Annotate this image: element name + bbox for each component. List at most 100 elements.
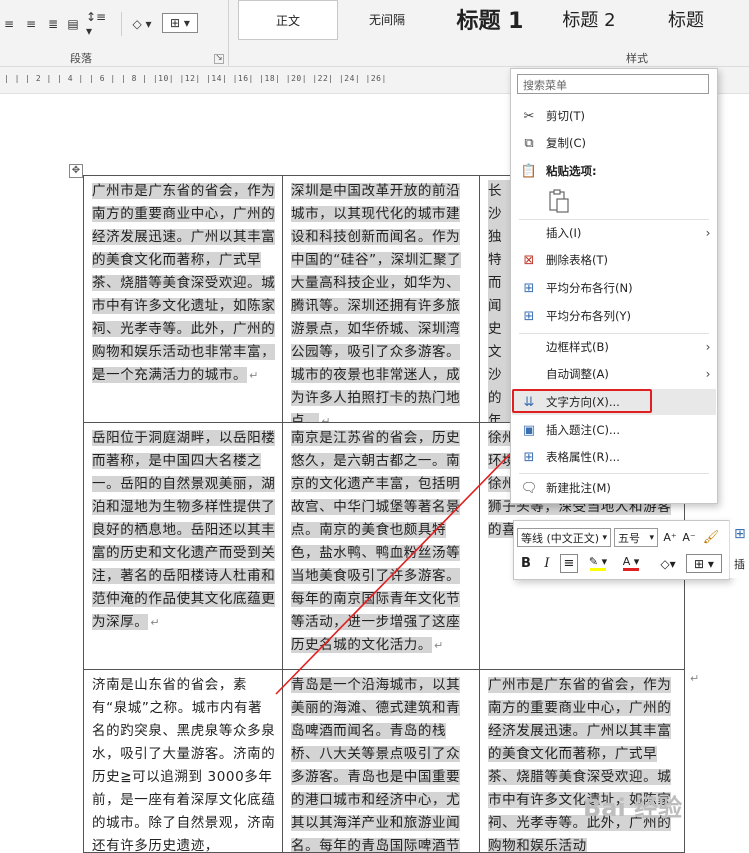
insert-label: 插	[734, 558, 745, 571]
style-no-spacing[interactable]: 无间隔	[341, 0, 433, 38]
table-cell[interactable]: 深圳是中国改革开放的前沿城市，以其现代化的城市建设和科技创新而闻名。作为中国的“…	[282, 175, 480, 423]
delete-table-icon: ⊠	[523, 252, 535, 268]
align-right-button[interactable]: ≡	[22, 14, 40, 34]
distribute-columns-icon: ⊞	[523, 308, 535, 324]
copy-icon: ⧉	[524, 135, 534, 151]
table-cell[interactable]: 广州市是广东省的省会，作为南方的重要商业中心，广州的经济发展迅速。广州以其丰富的…	[83, 175, 283, 423]
styles-group-label: 样式	[626, 52, 648, 65]
shrink-font-label: A⁻	[682, 531, 696, 544]
menu-item-autofit-label: 自动调整(A)	[546, 367, 609, 381]
table-cell[interactable]: 济南是山东省的省会，素有“泉城”之称。城市内有著名的趵突泉、黑虎泉等众多泉水，吸…	[83, 669, 283, 853]
clipboard-icon: 📋	[520, 163, 538, 179]
italic-button[interactable]: I	[538, 554, 556, 573]
caption-icon: ▣	[522, 422, 536, 438]
center-align-button[interactable]: ≡	[560, 554, 578, 573]
bold-label: B	[521, 556, 531, 571]
borders-dropdown-icon[interactable]: ⊞ ▾	[686, 554, 722, 573]
menu-item-delete-table[interactable]: ⊠ 删除表格(T)	[512, 247, 716, 273]
menu-item-table-properties-label: 表格属性(R)...	[546, 450, 620, 464]
style-title[interactable]: 标题	[641, 0, 731, 38]
menu-item-copy[interactable]: ⧉ 复制(C)	[512, 130, 716, 156]
menu-item-border-styles-label: 边框样式(B)	[546, 340, 609, 354]
font-color-bar	[623, 568, 639, 571]
table-cell[interactable]: 广州市是广东省的省会，作为南方的重要商业中心，广州的经济发展迅速。广州以其丰富的…	[479, 669, 685, 853]
font-size-value: 五号	[618, 531, 640, 545]
menu-item-insert[interactable]: 插入(I) ›	[512, 220, 716, 246]
menu-item-distribute-cols[interactable]: ⊞ 平均分布各列(Y)	[512, 303, 716, 329]
menu-item-border-styles[interactable]: 边框样式(B) ›	[512, 334, 716, 360]
context-menu: 搜索菜单 ✂ 剪切(T) ⧉ 复制(C) 📋 粘贴选项: 插入(I) › ⊠ 删…	[510, 68, 718, 504]
cell-text: 济南是山东省的省会，素有“泉城”之称。城市内有著名的趵突泉、黑虎泉等众多泉水，吸…	[92, 677, 276, 853]
shading-icon[interactable]: ◇▾	[655, 554, 681, 573]
cell-text: 长沙独特而闻史文沙的年轻的美吃，深受	[488, 180, 512, 422]
menu-item-delete-table-label: 删除表格(T)	[546, 253, 608, 267]
grow-font-button[interactable]: A⁺	[661, 528, 679, 547]
distributed-button[interactable]: ▤	[64, 14, 82, 34]
style-normal[interactable]: 正文	[238, 0, 338, 40]
cell-text: 广州市是广东省的省会，作为南方的重要商业中心，广州的经济发展迅速。广州以其丰富的…	[488, 677, 672, 853]
style-no-spacing-label: 无间隔	[368, 12, 405, 27]
paragraph-group: ≡ ≡ ≣ ▤ ↕≡ ▾ ◇ ▾ ⊞ ▾ 段落 ↘	[0, 0, 228, 66]
watermark-logo: Bai 经验	[583, 794, 683, 822]
menu-item-new-comment[interactable]: 🗨 新建批注(M)	[512, 475, 716, 501]
menu-item-new-comment-label: 新建批注(M)	[546, 481, 611, 495]
paste-keep-formatting-icon[interactable]	[548, 189, 570, 213]
menu-search-placeholder: 搜索菜单	[523, 79, 567, 92]
align-center-button[interactable]: ≡	[0, 14, 18, 34]
cell-text: 青岛是一个沿海城市，以其美丽的海滩、德式建筑和青岛啤酒而闻名。青岛的栈桥、八大关…	[291, 677, 461, 852]
shrink-font-button[interactable]: A⁻	[680, 528, 698, 547]
highlight-color-button[interactable]: ✎ ▾	[583, 554, 613, 573]
highlighter-icon: ✎ ▾	[588, 555, 608, 568]
paragraph-group-label: 段落	[70, 52, 92, 65]
highlight-color-bar	[590, 568, 606, 571]
font-name-select[interactable]: 等线 (中文正文) ▾	[517, 528, 611, 547]
style-heading-1[interactable]: 标题 1	[437, 0, 543, 38]
menu-item-cut[interactable]: ✂ 剪切(T)	[512, 103, 716, 129]
insert-table-icon: ⊞	[734, 526, 746, 542]
justify-button[interactable]: ≣	[44, 14, 62, 34]
menu-item-paste-label: 粘贴选项:	[546, 164, 597, 178]
menu-item-cut-label: 剪切(T)	[546, 109, 585, 123]
borders-button[interactable]: ⊞ ▾	[162, 13, 198, 33]
menu-search-input[interactable]: 搜索菜单	[517, 74, 709, 94]
chevron-right-icon: ›	[705, 340, 711, 354]
scissors-icon: ✂	[523, 108, 535, 124]
menu-item-paste-options: 📋 粘贴选项:	[512, 158, 716, 184]
font-color-button[interactable]: A ▾	[616, 554, 646, 573]
grow-font-label: A⁺	[663, 531, 677, 544]
cell-text: 南京是江苏省的省会，历史悠久，是六朝古都之一。南京的文化遗产丰富，包括明故宫、中…	[291, 430, 461, 653]
styles-group: 正文 无间隔 标题 1 标题 2 标题 样式	[229, 0, 749, 66]
font-name-value: 等线 (中文正文)	[521, 531, 600, 545]
style-heading-2-label: 标题 2	[562, 10, 616, 31]
menu-item-autofit[interactable]: 自动调整(A) ›	[512, 361, 716, 387]
line-spacing-button[interactable]: ↕≡ ▾	[86, 10, 114, 38]
menu-item-distribute-rows[interactable]: ⊞ 平均分布各行(N)	[512, 275, 716, 301]
italic-label: I	[544, 556, 550, 571]
table-cell[interactable]: 南京是江苏省的省会，历史悠久，是六朝古都之一。南京的文化遗产丰富，包括明故宫、中…	[282, 422, 480, 670]
font-size-select[interactable]: 五号 ▾	[614, 528, 658, 547]
dialog-launcher-icon[interactable]: ↘	[214, 54, 224, 64]
row-end-mark-icon: ↵	[690, 672, 700, 685]
menu-item-table-properties[interactable]: ⊞ 表格属性(R)...	[512, 444, 716, 470]
menu-item-copy-label: 复制(C)	[546, 136, 587, 150]
shading-button[interactable]: ◇ ▾	[128, 14, 156, 34]
cell-text: 深圳是中国改革开放的前沿城市，以其现代化的城市建设和科技创新而闻名。作为中国的“…	[291, 183, 462, 422]
style-normal-label: 正文	[275, 13, 300, 28]
table-move-handle-icon[interactable]: ✥	[69, 164, 83, 178]
chevron-down-icon: ▾	[649, 532, 654, 543]
table-cell[interactable]: 岳阳位于洞庭湖畔，以岳阳楼而著称，是中国四大名楼之一。岳阳的自然景观美丽，湖泊和…	[83, 422, 283, 670]
paragraph-mark-icon: ↵	[249, 369, 259, 382]
style-heading-2[interactable]: 标题 2	[544, 0, 634, 38]
chevron-down-icon: ▾	[602, 532, 607, 543]
table-properties-icon: ⊞	[523, 449, 535, 465]
bold-button[interactable]: B	[517, 554, 535, 573]
table-cell[interactable]: 青岛是一个沿海城市，以其美丽的海滩、德式建筑和青岛啤酒而闻名。青岛的栈桥、八大关…	[282, 669, 480, 853]
cell-text: 广州市是广东省的省会，作为南方的重要商业中心，广州的经济发展迅速。广州以其丰富的…	[92, 183, 276, 383]
menu-item-insert-caption[interactable]: ▣ 插入题注(C)...	[512, 417, 716, 443]
ribbon: ≡ ≡ ≣ ▤ ↕≡ ▾ ◇ ▾ ⊞ ▾ 段落 ↘ 正文 无间隔 标题 1 标题…	[0, 0, 749, 67]
mini-toolbar-insert[interactable]: ⊞ 插	[729, 520, 749, 578]
mini-toolbar: 等线 (中文正文) ▾ 五号 ▾ A⁺ A⁻ 🖌 B I ≡ ✎ ▾ A ▾ ◇…	[513, 520, 730, 580]
center-align-label: ≡	[563, 556, 575, 571]
format-painter-icon[interactable]: 🖌	[702, 528, 720, 547]
style-heading-1-label: 标题 1	[456, 9, 524, 34]
